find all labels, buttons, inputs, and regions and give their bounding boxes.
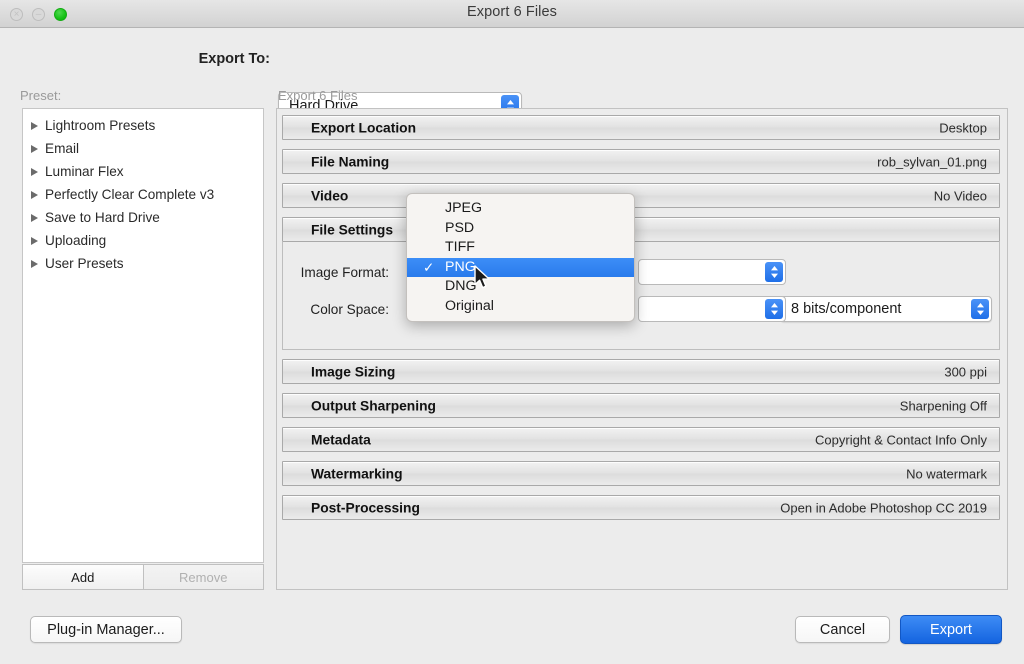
- section-output-sharpening[interactable]: Output Sharpening Sharpening Off: [282, 393, 1000, 418]
- export-to-row: Export To: Hard Drive: [0, 44, 1024, 120]
- preset-item-label: Uploading: [45, 233, 107, 248]
- section-export-location[interactable]: Export Location Desktop: [282, 115, 1000, 140]
- menu-item-label: JPEG: [445, 200, 483, 216]
- chevron-updown-icon: [765, 262, 783, 282]
- disclosure-triangle-icon[interactable]: [31, 144, 38, 153]
- plugin-manager-button[interactable]: Plug-in Manager...: [30, 616, 182, 643]
- disclosure-triangle-icon[interactable]: [31, 167, 38, 176]
- preset-item-label: Perfectly Clear Complete v3: [45, 187, 215, 202]
- image-format-popup[interactable]: [638, 259, 786, 285]
- preset-item-label: Email: [45, 141, 79, 156]
- section-value: Copyright & Contact Info Only: [815, 432, 987, 447]
- menu-item-jpeg[interactable]: JPEG: [407, 199, 634, 219]
- section-title: File Naming: [311, 154, 390, 169]
- preset-item[interactable]: Uploading: [23, 229, 263, 252]
- preset-item-label: User Presets: [45, 256, 124, 271]
- preset-item-label: Save to Hard Drive: [45, 210, 160, 225]
- disclosure-triangle-icon[interactable]: [31, 259, 38, 268]
- section-file-naming[interactable]: File Naming rob_sylvan_01.png: [282, 149, 1000, 174]
- chevron-updown-icon: [971, 299, 989, 319]
- section-title: Image Sizing: [311, 364, 396, 379]
- add-preset-button[interactable]: Add: [22, 564, 144, 590]
- menu-item-psd[interactable]: PSD: [407, 219, 634, 239]
- section-title: Watermarking: [311, 466, 403, 481]
- disclosure-triangle-icon[interactable]: [31, 213, 38, 222]
- image-format-dropdown-menu[interactable]: JPEG PSD TIFF ✓ PNG DNG Original: [406, 193, 635, 322]
- menu-item-original[interactable]: Original: [407, 297, 634, 317]
- preset-item-label: Luminar Flex: [45, 164, 124, 179]
- section-file-settings[interactable]: File Settings: [282, 217, 1000, 242]
- section-value: 300 ppi: [944, 364, 987, 379]
- section-title: File Settings: [311, 222, 394, 237]
- title-bar: × – Export 6 Files: [0, 0, 1024, 28]
- export-to-label: Export To:: [198, 51, 270, 67]
- disclosure-triangle-icon[interactable]: [31, 121, 38, 130]
- menu-item-label: DNG: [445, 278, 477, 294]
- window-title: Export 6 Files: [466, 4, 558, 20]
- color-space-popup[interactable]: [638, 296, 786, 322]
- export-settings-panel: Export Location Desktop File Naming rob_…: [276, 108, 1008, 590]
- preset-item[interactable]: Perfectly Clear Complete v3: [23, 183, 263, 206]
- cancel-button[interactable]: Cancel: [795, 616, 890, 643]
- preset-item[interactable]: Email: [23, 137, 263, 160]
- file-settings-body: Image Format: Color Space: 8 bits/compon…: [282, 242, 1000, 350]
- section-title: Video: [311, 188, 349, 203]
- section-metadata[interactable]: Metadata Copyright & Contact Info Only: [282, 427, 1000, 452]
- menu-item-png[interactable]: ✓ PNG: [407, 257, 634, 277]
- bit-depth-popup[interactable]: 8 bits/component: [780, 296, 992, 322]
- section-value: Desktop: [939, 120, 987, 135]
- bit-depth-value: 8 bits/component: [791, 301, 902, 317]
- section-title: Post-Processing: [311, 500, 420, 515]
- chevron-updown-icon: [765, 299, 783, 319]
- preset-list[interactable]: Lightroom Presets Email Luminar Flex Per…: [22, 108, 264, 563]
- menu-item-tiff[interactable]: TIFF: [407, 238, 634, 258]
- section-value: No Video: [933, 188, 987, 203]
- section-watermarking[interactable]: Watermarking No watermark: [282, 461, 1000, 486]
- section-title: Metadata: [311, 432, 371, 447]
- disclosure-triangle-icon[interactable]: [31, 190, 38, 199]
- section-value: Sharpening Off: [899, 398, 987, 413]
- preset-item-label: Lightroom Presets: [45, 118, 156, 133]
- menu-item-label: TIFF: [445, 239, 475, 255]
- color-space-label: Color Space:: [310, 302, 389, 317]
- export-dialog-window: × – Export 6 Files Export To: Hard Drive…: [0, 0, 1024, 664]
- section-title: Output Sharpening: [311, 398, 436, 413]
- section-value: No watermark: [906, 466, 987, 481]
- disclosure-triangle-icon[interactable]: [31, 236, 38, 245]
- export-button[interactable]: Export: [900, 615, 1002, 644]
- menu-item-label: PNG: [445, 258, 476, 275]
- preset-label: Preset:: [20, 88, 62, 103]
- section-post-processing[interactable]: Post-Processing Open in Adobe Photoshop …: [282, 495, 1000, 520]
- section-video[interactable]: Video No Video: [282, 183, 1000, 208]
- menu-item-label: Original: [445, 297, 494, 314]
- section-value: rob_sylvan_01.png: [877, 154, 987, 169]
- section-value: Open in Adobe Photoshop CC 2019: [780, 500, 987, 515]
- preset-actions: Add Remove: [22, 564, 264, 590]
- preset-item[interactable]: Lightroom Presets: [23, 114, 263, 137]
- section-image-sizing[interactable]: Image Sizing 300 ppi: [282, 359, 1000, 384]
- panel-subheader: Export 6 Files: [278, 88, 358, 103]
- remove-preset-button: Remove: [143, 564, 264, 590]
- preset-item[interactable]: Luminar Flex: [23, 160, 263, 183]
- preset-item[interactable]: User Presets: [23, 252, 263, 275]
- preset-item[interactable]: Save to Hard Drive: [23, 206, 263, 229]
- checkmark-icon: ✓: [423, 259, 435, 275]
- section-title: Export Location: [311, 120, 417, 135]
- image-format-label: Image Format:: [300, 265, 389, 280]
- menu-item-label: PSD: [445, 219, 475, 236]
- menu-item-dng[interactable]: DNG: [407, 277, 634, 297]
